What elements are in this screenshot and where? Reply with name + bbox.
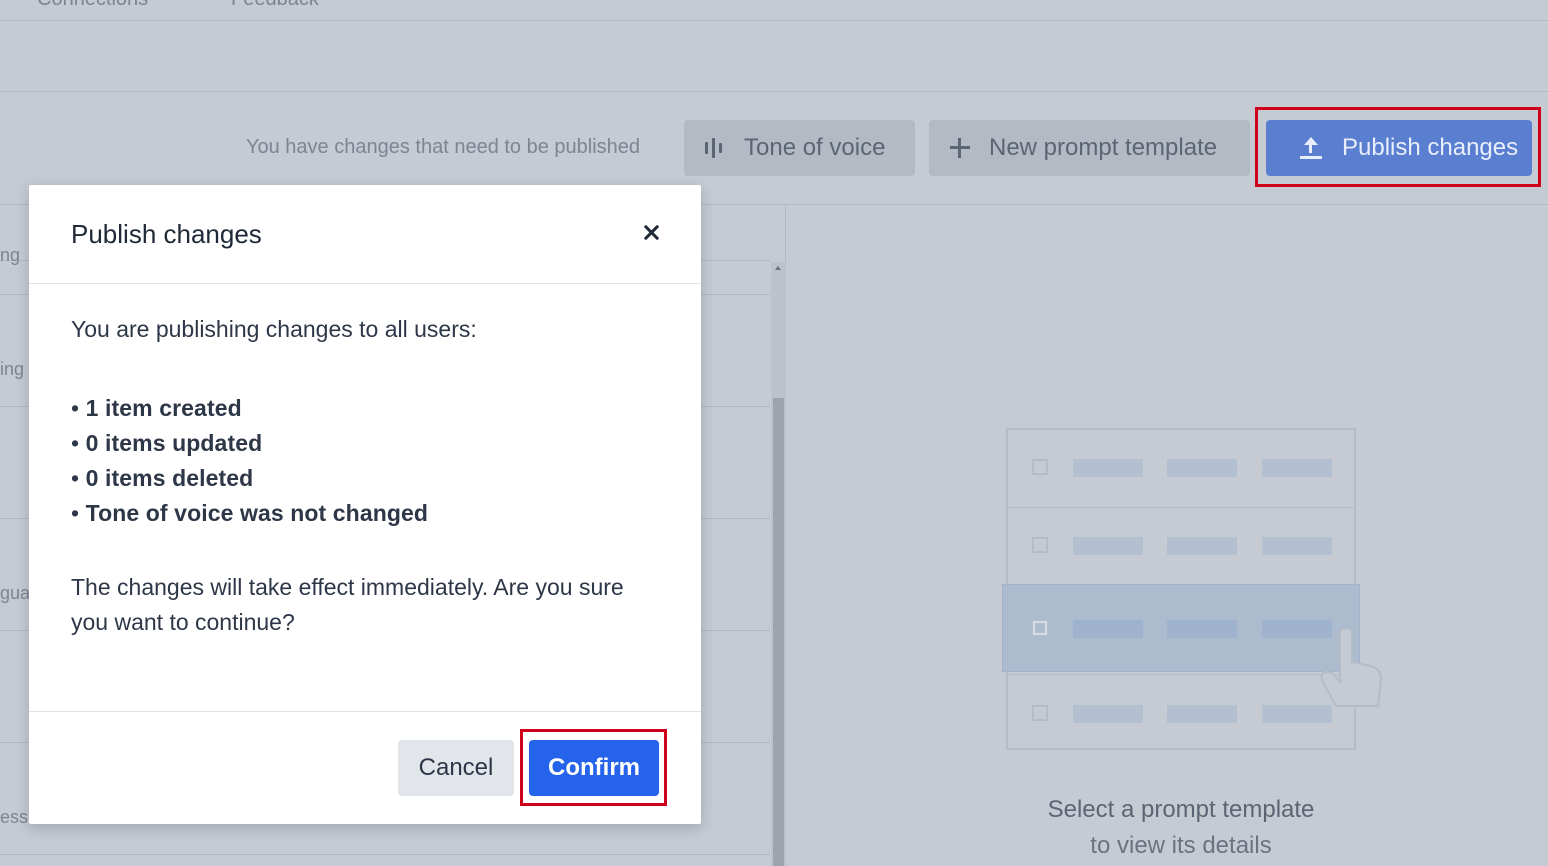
changes-summary-list: 1 item created 0 items updated 0 items d… [71,391,428,531]
list-scrollbar-thumb[interactable] [773,398,784,866]
new-prompt-template-button[interactable]: New prompt template [929,120,1250,176]
dialog-intro-text: You are publishing changes to all users: [71,316,477,342]
close-icon[interactable] [639,221,663,245]
pointer-hand-icon [1320,628,1383,707]
pending-changes-message: You have changes that need to be publish… [246,136,641,158]
empty-state-title: Select a prompt template [1047,796,1315,823]
illustration-selected-row [1002,584,1360,672]
list-item[interactable]: ing [0,359,24,380]
change-item: Tone of voice was not changed [71,496,428,531]
dialog-header: Publish changes [29,185,701,284]
cancel-button[interactable]: Cancel [398,740,514,796]
publish-highlight-box [1255,107,1541,187]
list-item[interactable]: gua [0,583,30,604]
dialog-title: Publish changes [71,219,262,249]
nav-tab-connections[interactable]: Connections [37,0,148,11]
nav-tab-feedback[interactable]: Feedback [231,0,319,11]
dialog-warning-text: The changes will take effect immediately… [71,574,624,635]
change-item: 1 item created [71,391,428,426]
plus-icon [949,137,971,159]
empty-state-subtitle: to view its details [1090,832,1272,859]
scroll-up-arrow-icon[interactable] [775,266,781,270]
new-prompt-template-label: New prompt template [989,134,1218,161]
waveform-icon [704,137,726,159]
change-item: 0 items deleted [71,461,428,496]
sub-header [0,21,1548,92]
tone-of-voice-label: Tone of voice [744,134,886,161]
tone-of-voice-button[interactable]: Tone of voice [684,120,915,176]
change-item: 0 items updated [71,426,428,461]
list-item[interactable]: ng [0,245,20,266]
dialog-footer-divider [29,711,701,712]
top-nav: Connections Feedback [0,0,1548,21]
list-item[interactable]: ess [0,807,28,828]
confirm-highlight-box [520,729,667,806]
